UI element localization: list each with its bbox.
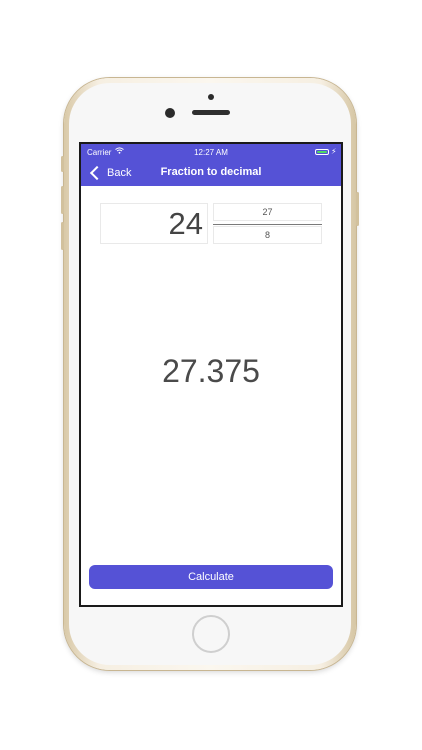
- bolt-icon: ⚡: [331, 147, 337, 156]
- navigation-bar: Carrier 12:27 AM ⚡ Back Fraction to deci…: [81, 144, 341, 186]
- whole-number-input[interactable]: 24: [100, 203, 208, 244]
- denominator-input[interactable]: 8: [213, 226, 322, 244]
- numerator-input[interactable]: 27: [213, 203, 322, 221]
- mute-switch: [61, 156, 64, 172]
- volume-up-button: [61, 186, 64, 214]
- decimal-result: 27.375: [162, 353, 260, 389]
- sensor-dot: [208, 94, 214, 100]
- calculate-button[interactable]: Calculate: [89, 565, 333, 589]
- volume-down-button: [61, 222, 64, 250]
- home-button[interactable]: [192, 615, 230, 653]
- battery-icon: [315, 149, 329, 155]
- power-button: [356, 192, 359, 226]
- status-time: 12:27 AM: [194, 148, 228, 157]
- app-screen: Carrier 12:27 AM ⚡ Back Fraction to deci…: [79, 142, 343, 607]
- fraction-divider: [213, 224, 322, 225]
- page-title: Fraction to decimal: [160, 166, 262, 178]
- front-camera: [165, 108, 175, 118]
- earpiece-speaker: [192, 110, 230, 115]
